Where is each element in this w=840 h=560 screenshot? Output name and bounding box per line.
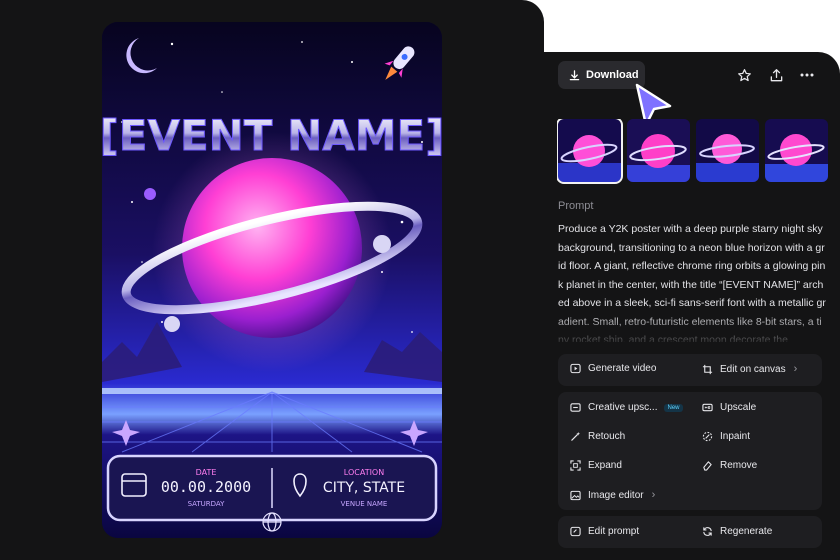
poster-date-label: DATE — [196, 468, 217, 477]
poster-date-value: 00.00.2000 — [161, 478, 251, 496]
more-options-button[interactable] — [795, 63, 819, 87]
panel-toolbar: Download — [544, 52, 840, 98]
hd-icon — [702, 403, 713, 412]
image-editor-button[interactable]: Image editor › — [570, 489, 655, 501]
expand-icon — [570, 460, 581, 471]
crop-icon — [702, 364, 713, 374]
download-button[interactable]: Download — [558, 61, 645, 89]
eraser-icon — [703, 461, 712, 471]
play-icon — [570, 363, 581, 374]
poster-title: [EVENT NAME] — [102, 111, 442, 160]
thumbnail-4[interactable] — [765, 119, 828, 182]
image-icon — [570, 490, 581, 500]
star-icon — [737, 68, 751, 81]
magic-wand-icon — [571, 431, 581, 441]
thumbnail-1[interactable] — [557, 119, 623, 184]
retouch-button[interactable]: Retouch — [570, 431, 625, 442]
paint-brush-icon — [702, 431, 713, 442]
image-details-panel: Download Prompt Produce a Y2K poster wit… — [544, 52, 840, 560]
refresh-icon — [703, 527, 712, 536]
edit-on-canvas-button[interactable]: Edit on canvas › — [702, 363, 797, 375]
poster-location-value: CITY, STATE — [323, 480, 405, 496]
new-badge: New — [664, 403, 683, 412]
remove-button[interactable]: Remove — [702, 460, 757, 471]
poster-day: SATURDAY — [188, 500, 226, 508]
inpaint-button[interactable]: Inpaint — [702, 431, 750, 442]
prompt-fade-overlay — [544, 312, 840, 348]
share-icon — [770, 68, 782, 81]
prompt-label: Prompt — [558, 200, 594, 212]
canvas-area: [EVENT NAME] DATE 00.00.2000 SATURDAY LO… — [0, 0, 544, 560]
generated-poster-image[interactable]: [EVENT NAME] DATE 00.00.2000 SATURDAY LO… — [102, 22, 442, 538]
chevron-right-icon: › — [651, 489, 656, 501]
upscale-button[interactable]: Upscale — [702, 402, 756, 413]
download-label: Download — [586, 69, 639, 81]
chevron-right-icon: › — [793, 363, 798, 375]
download-icon — [569, 69, 580, 80]
upscale-sparkle-icon — [570, 403, 581, 412]
variation-thumbnails — [557, 119, 839, 184]
thumbnail-3[interactable] — [696, 119, 759, 182]
poster-venue: VENUE NAME — [341, 500, 388, 508]
edit-prompt-button[interactable]: Edit prompt — [570, 526, 639, 537]
poster-location-label: LOCATION — [344, 468, 384, 477]
share-button[interactable] — [764, 63, 788, 87]
video-actions-group: Generate video Edit on canvas › — [558, 354, 822, 386]
regenerate-button[interactable]: Regenerate — [702, 526, 772, 537]
creative-upscale-button[interactable]: Creative upsc... New — [570, 402, 683, 413]
thumbnail-2[interactable] — [627, 119, 690, 182]
more-icon — [800, 73, 814, 77]
poster-artwork: [EVENT NAME] DATE 00.00.2000 SATURDAY LO… — [102, 22, 442, 538]
generate-video-button[interactable]: Generate video — [570, 363, 656, 374]
enhance-actions-group: Creative upsc... New Upscale Retouch Inp… — [558, 392, 822, 510]
favorite-button[interactable] — [732, 63, 756, 87]
edit-prompt-icon — [570, 526, 581, 537]
prompt-actions-group: Edit prompt Regenerate — [558, 516, 822, 548]
expand-button[interactable]: Expand — [570, 460, 622, 471]
